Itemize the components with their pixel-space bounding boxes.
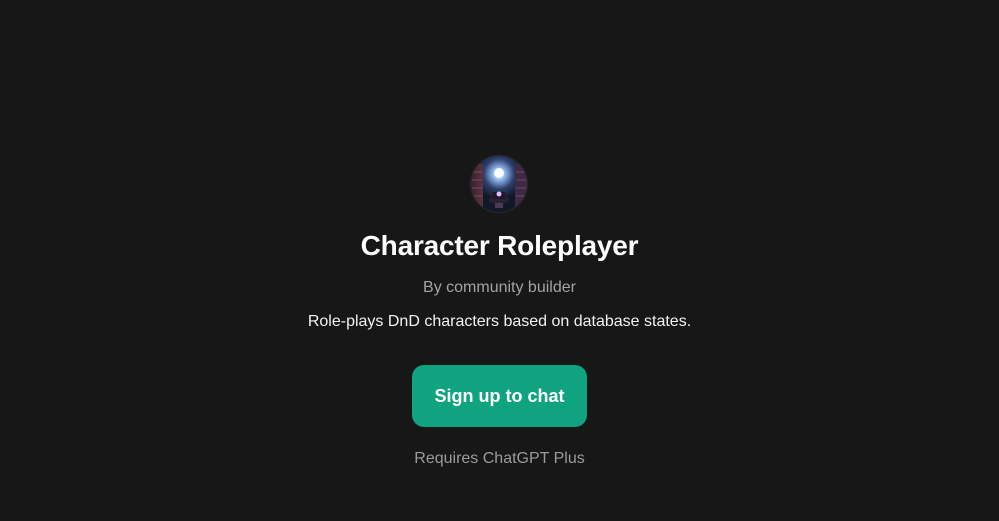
gpt-avatar [471,156,527,212]
gpt-landing-page: Character Roleplayer By community builde… [0,0,999,521]
sign-up-to-chat-button[interactable]: Sign up to chat [412,365,587,427]
gpt-avatar-image [471,156,527,212]
gpt-author-byline: By community builder [423,279,576,296]
plan-requirement-note: Requires ChatGPT Plus [414,450,585,467]
gpt-description: Role-plays DnD characters based on datab… [307,313,692,330]
gpt-title: Character Roleplayer [360,230,639,261]
